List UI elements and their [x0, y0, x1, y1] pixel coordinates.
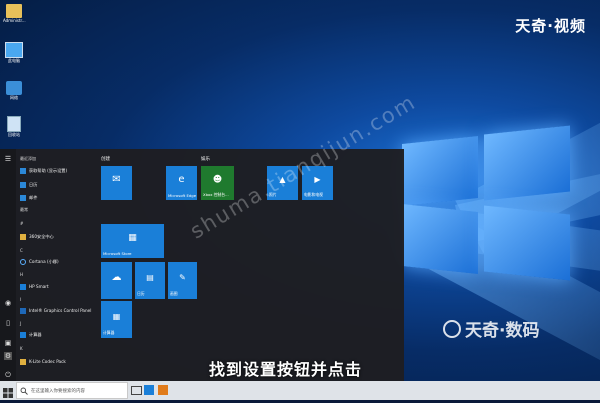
folder-icon	[20, 233, 26, 240]
desktop-icon-label: 网络	[10, 95, 18, 100]
group-header: 最近添加	[20, 156, 36, 161]
onedrive-icon: ☁	[111, 271, 122, 283]
app-label: 360安全中心	[29, 233, 54, 239]
folder-icon	[20, 358, 26, 365]
tile-mail[interactable]: ✉	[101, 166, 132, 200]
app-label: HP Smart	[29, 284, 49, 289]
this-pc-icon	[5, 42, 23, 58]
cortana-icon	[20, 258, 26, 265]
desktop-icon-recycle-bin[interactable]: 回收站	[3, 116, 25, 137]
tile-section-play: 娱乐	[201, 157, 210, 162]
app-item-help[interactable]: 获取帮助 (显示设置)	[20, 166, 67, 175]
tile-label: 计算器	[103, 330, 115, 335]
movies-icon: ▶	[314, 175, 321, 185]
taskbar-app-edge[interactable]	[144, 385, 154, 395]
taskbar-app-orange[interactable]	[158, 385, 168, 395]
group-header[interactable]: #	[20, 221, 23, 226]
tile-label: 电影和电视	[304, 192, 323, 197]
desktop-icon-label: 回收站	[8, 132, 20, 137]
tile-edge[interactable]: e Microsoft Edge	[166, 166, 197, 200]
watermark-top-right: 天奇·视频	[515, 17, 586, 35]
app-item-hp-smart[interactable]: HP Smart	[20, 282, 49, 291]
taskbar: 在这里输入你要搜索的内容	[0, 381, 600, 400]
start-menu: ☰ ◉ ▯ ▣ ⚙ ⏻ 最近添加 获取帮助 (显示设置) 日历 邮件 最常 # …	[0, 149, 404, 381]
pictures-icon[interactable]: ▣	[4, 339, 12, 347]
network-icon	[6, 81, 22, 95]
app-item-360[interactable]: 360安全中心	[20, 232, 54, 241]
tile-label: Xbox 控制台...	[203, 192, 229, 197]
app-list: 最近添加 获取帮助 (显示设置) 日历 邮件 最常 # 360安全中心 C Co…	[16, 149, 98, 381]
start-button[interactable]	[2, 384, 14, 398]
watermark-bottom-right-text: 天奇·数码	[465, 321, 540, 341]
tile-onedrive[interactable]: ☁	[101, 262, 132, 299]
paint-icon: ✎	[179, 272, 186, 282]
user-icon[interactable]: ◉	[4, 299, 12, 307]
desktop-icon-user-folder[interactable]: Administr...	[3, 4, 26, 23]
taskbar-app-task-view[interactable]	[131, 385, 142, 395]
group-header[interactable]: J	[20, 321, 21, 326]
app-item-calendar[interactable]: 日历	[20, 180, 37, 189]
tile-label: Microsoft Store	[103, 251, 132, 256]
desktop-icon-this-pc[interactable]: 此电脑	[3, 42, 25, 63]
desktop-icon-network[interactable]: 网络	[3, 81, 25, 100]
store-icon: ▦	[128, 233, 137, 244]
tile-paint[interactable]: ✎ 画图	[168, 262, 197, 299]
app-item-intel-graphics[interactable]: Intel® Graphics Control Panel	[20, 306, 91, 315]
app-item-mail[interactable]: 邮件	[20, 193, 37, 202]
folder-user-icon	[6, 4, 22, 18]
group-header: 最常	[20, 207, 28, 212]
documents-icon[interactable]: ▯	[4, 319, 12, 327]
calendar-icon: ▤	[146, 272, 154, 282]
mail-icon	[20, 194, 26, 201]
desktop-icon-label: 此电脑	[8, 58, 20, 63]
calendar-icon	[20, 181, 26, 188]
task-view-icon	[131, 386, 142, 395]
app-label: Cortana (小娜)	[29, 258, 59, 264]
xbox-icon: ☻	[212, 175, 223, 186]
app-label: 日历	[29, 181, 38, 187]
hp-icon	[20, 283, 26, 290]
settings-gear-icon[interactable]: ⚙	[4, 352, 12, 360]
group-header[interactable]: C	[20, 248, 23, 253]
group-header[interactable]: K	[20, 346, 23, 351]
app-label: K-Lite Codec Pack	[29, 359, 66, 364]
intel-icon	[20, 307, 26, 314]
tile-calendar[interactable]: ▤ 日历	[135, 262, 165, 299]
search-icon	[20, 387, 28, 395]
windows-start-icon	[3, 388, 13, 398]
tile-label: 日历	[137, 291, 145, 296]
search-lens-icon	[443, 320, 461, 338]
tile-section-create: 创建	[101, 157, 110, 162]
app-label: 获取帮助 (显示设置)	[29, 167, 68, 173]
taskbar-search-box[interactable]: 在这里输入你要搜索的内容	[16, 382, 128, 399]
tile-label: Microsoft Edge	[168, 193, 197, 198]
app-item-calculator[interactable]: 计算器	[20, 330, 42, 339]
edge-icon: e	[178, 174, 185, 186]
windows-logo-light	[402, 125, 572, 281]
start-menu-rail: ☰ ◉ ▯ ▣ ⚙ ⏻	[0, 149, 16, 381]
calculator-icon: ▦	[112, 311, 121, 321]
recycle-bin-icon	[7, 116, 21, 132]
mail-icon: ✉	[112, 174, 121, 186]
hamburger-menu-icon[interactable]: ☰	[4, 155, 12, 163]
app-item-k-lite[interactable]: K-Lite Codec Pack	[20, 357, 66, 366]
group-header[interactable]: H	[20, 272, 23, 277]
app-label: 计算器	[29, 331, 42, 337]
app-label: 邮件	[29, 194, 38, 200]
search-placeholder: 在这里输入你要搜索的内容	[31, 388, 85, 394]
help-icon	[20, 167, 26, 174]
video-subtitle: 找到设置按钮并点击	[209, 360, 363, 379]
tile-xbox[interactable]: ☻ Xbox 控制台...	[201, 166, 234, 200]
group-header[interactable]: I	[20, 297, 21, 302]
tile-calculator[interactable]: ▦ 计算器	[101, 301, 132, 338]
app-item-cortana[interactable]: Cortana (小娜)	[20, 257, 59, 266]
calculator-icon	[20, 331, 26, 338]
watermark-bottom-right: 天奇·数码	[443, 316, 539, 341]
tile-label: 画图	[170, 291, 178, 296]
desktop-icon-label: Administr...	[3, 18, 26, 23]
power-icon[interactable]: ⏻	[4, 371, 12, 379]
app-label: Intel® Graphics Control Panel	[29, 308, 92, 313]
tile-microsoft-store[interactable]: ▦ Microsoft Store	[101, 224, 164, 258]
